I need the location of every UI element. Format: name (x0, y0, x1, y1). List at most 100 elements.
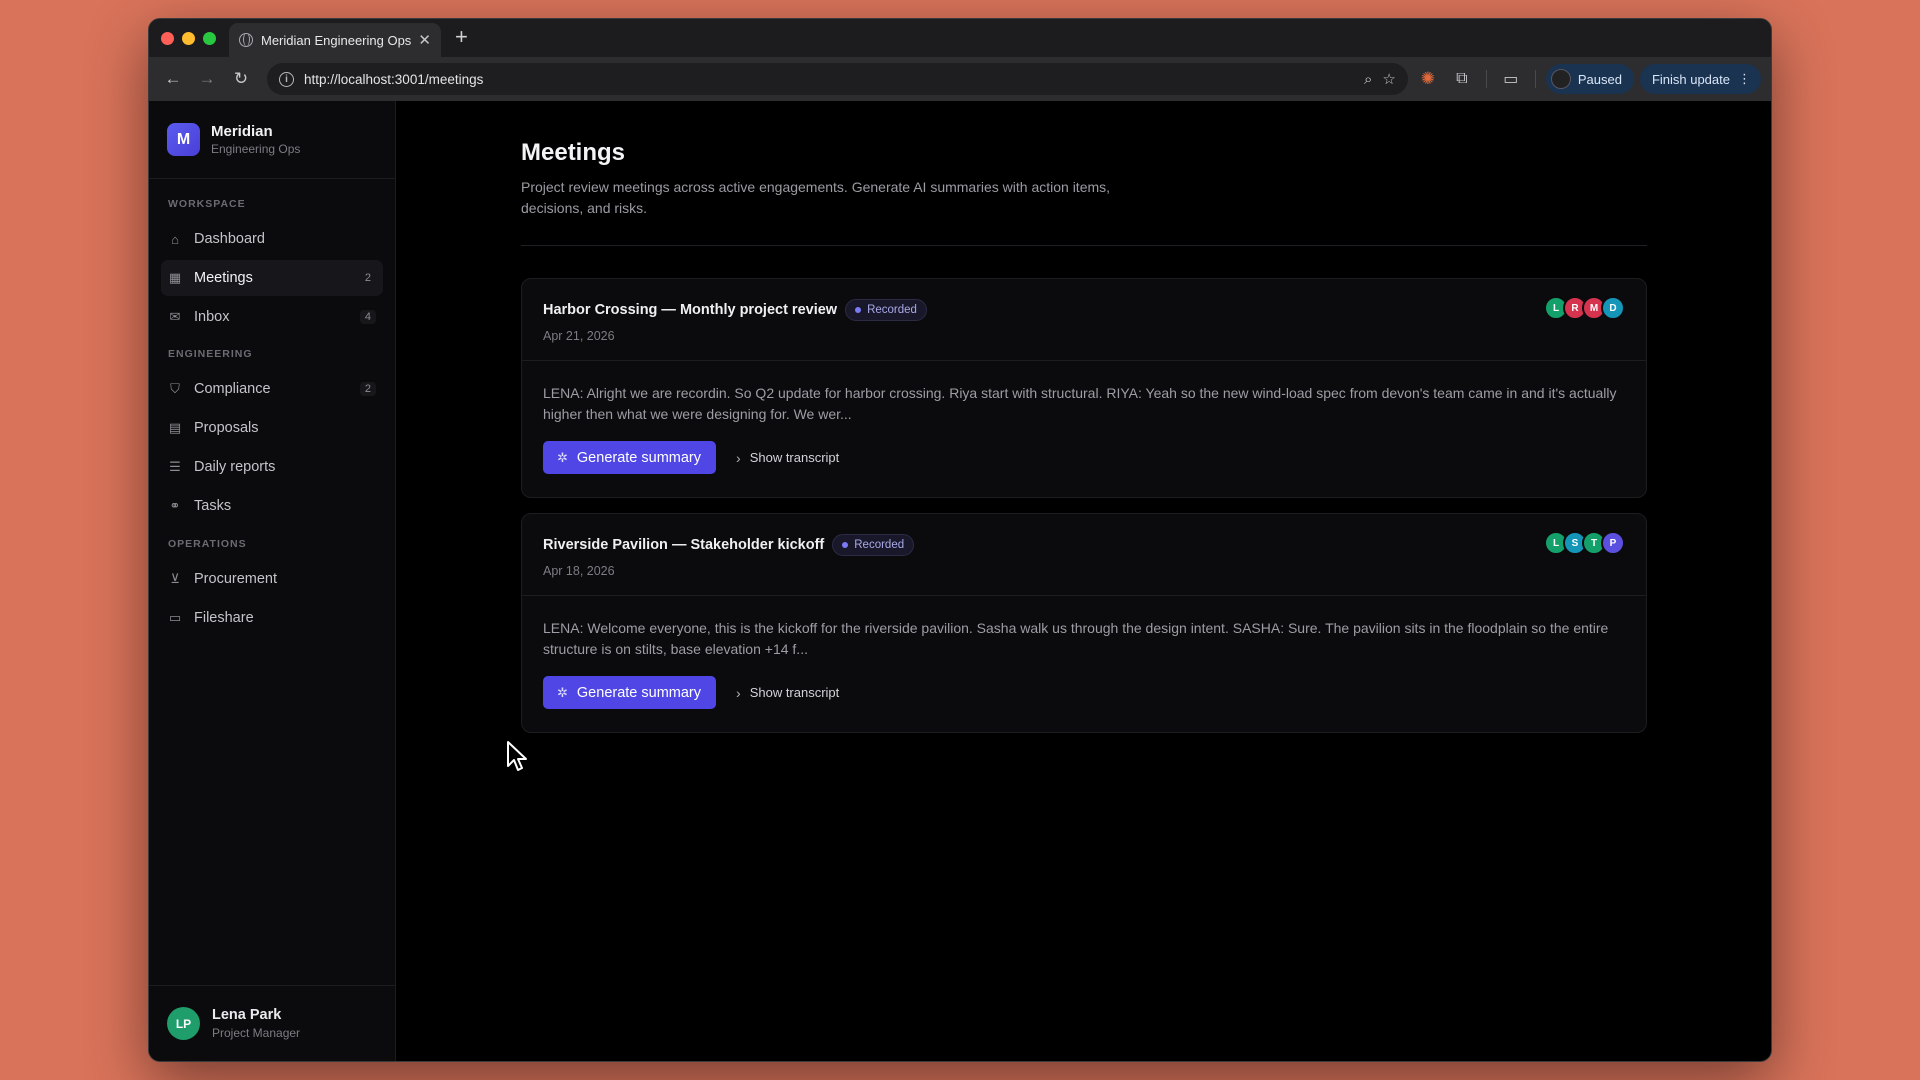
meeting-actions: ✲ Generate summary › Show transcript (543, 676, 1625, 709)
more-vert-icon: ⋮ (1738, 71, 1751, 86)
link-icon: ⚭ (169, 498, 181, 513)
sidebar-item-label: Daily reports (194, 459, 276, 475)
browser-tab[interactable]: Meridian Engineering Ops ✕ (229, 23, 441, 57)
new-tab-button[interactable]: + (455, 26, 468, 48)
participant-avatars: L S T P (1544, 531, 1625, 555)
sidebar-item-label: Proposals (194, 420, 259, 436)
section-label-workspace: WORKSPACE (168, 198, 246, 210)
url-text[interactable]: http://localhost:3001/meetings (304, 72, 1354, 87)
nav-operations: ⊻ Procurement ▭ Fileshare (149, 561, 395, 636)
meeting-title: Harbor Crossing — Monthly project review (543, 302, 838, 318)
generate-summary-label: Generate summary (576, 684, 702, 701)
sidebar-item-label: Tasks (194, 498, 232, 514)
status-label: Recorded (867, 304, 917, 316)
participant-avatars: L R M D (1544, 296, 1625, 320)
toolbar-divider (1534, 70, 1536, 88)
show-transcript-button[interactable]: › Show transcript (736, 685, 839, 701)
sidebar-item-label: Compliance (194, 381, 271, 397)
sidebar-item-fileshare[interactable]: ▭ Fileshare (161, 600, 383, 636)
tab-close-icon[interactable]: ✕ (418, 31, 431, 49)
sparkle-icon: ✲ (557, 449, 568, 465)
app-shell: M Meridian Engineering Ops WORKSPACE ⌂ D… (149, 101, 1771, 1061)
meeting-card-header: Harbor Crossing — Monthly project review… (522, 279, 1646, 361)
main-content: Meetings Project review meetings across … (396, 101, 1771, 1061)
cart-icon: ⊻ (170, 571, 180, 586)
sidebar-item-tasks[interactable]: ⚭ Tasks (161, 488, 383, 524)
transcript-excerpt: LENA: Welcome everyone, this is the kick… (543, 620, 1609, 657)
folder-icon: ▭ (168, 610, 182, 625)
page-title: Meetings (521, 139, 626, 166)
nav-workspace: ⌂ Dashboard ▦ Meetings 2 ✉ Inbox 4 (149, 221, 395, 335)
extensions-puzzle-icon[interactable]: ⧉ (1448, 65, 1476, 93)
count-badge: 2 (359, 382, 376, 396)
user-name: Lena Park (212, 1007, 282, 1023)
meeting-date: Apr 18, 2026 (543, 564, 615, 578)
status-badge: Recorded (845, 299, 927, 321)
calendar-icon: ▦ (168, 270, 182, 285)
site-info-icon[interactable]: i (279, 71, 294, 87)
address-bar[interactable]: i http://localhost:3001/meetings ⌕ ☆ (267, 63, 1408, 95)
profile-avatar (1550, 69, 1571, 89)
finish-update-button[interactable]: Finish update ⋮ (1639, 64, 1761, 94)
tab-bar: Meridian Engineering Ops ✕ + (149, 19, 1771, 57)
sidebar-item-meetings[interactable]: ▦ Meetings 2 (161, 260, 383, 296)
maximize-window-button[interactable] (203, 31, 216, 45)
sidebar-item-proposals[interactable]: ▤ Proposals (161, 410, 383, 446)
report-icon: ☰ (169, 459, 181, 474)
sidebar-item-inbox[interactable]: ✉ Inbox 4 (161, 299, 383, 335)
sidebar-item-daily-reports[interactable]: ☰ Daily reports (161, 449, 383, 485)
show-transcript-label: Show transcript (749, 450, 840, 465)
section-label-engineering: ENGINEERING (168, 348, 253, 360)
browser-toolbar: ← → ↻ i http://localhost:3001/meetings ⌕… (149, 57, 1771, 101)
forward-icon[interactable]: → (193, 65, 221, 93)
sidebar-item-label: Procurement (194, 571, 278, 587)
sidebar-item-label: Dashboard (194, 231, 265, 247)
sidebar-item-procurement[interactable]: ⊻ Procurement (161, 561, 383, 597)
sidebar-item-label: Meetings (194, 270, 253, 286)
sidebar-item-dashboard[interactable]: ⌂ Dashboard (161, 221, 383, 257)
meeting-date: Apr 21, 2026 (543, 329, 615, 343)
chevron-right-icon: › (736, 684, 741, 701)
user-role: Project Manager (212, 1026, 301, 1040)
meeting-card-body: LENA: Alright we are recordin. So Q2 upd… (522, 361, 1646, 497)
bookmark-star-icon[interactable]: ☆ (1382, 70, 1395, 88)
meeting-card: Harbor Crossing — Monthly project review… (521, 278, 1647, 498)
nav-engineering: ⛉ Compliance 2 ▤ Proposals ☰ Daily repor… (149, 371, 395, 524)
section-label-operations: OPERATIONS (168, 538, 247, 550)
brand-subtitle: Engineering Ops (211, 142, 301, 156)
transcript-excerpt: LENA: Alright we are recordin. So Q2 upd… (543, 385, 1617, 422)
status-label: Recorded (854, 539, 905, 551)
sidebar: M Meridian Engineering Ops WORKSPACE ⌂ D… (149, 101, 396, 1061)
generate-summary-button[interactable]: ✲ Generate summary (543, 676, 717, 709)
avatar: P (1601, 531, 1625, 555)
generate-summary-button[interactable]: ✲ Generate summary (543, 441, 717, 474)
brand-name: Meridian (211, 123, 273, 140)
show-transcript-button[interactable]: › Show transcript (736, 450, 839, 466)
page-description: Project review meetings across active en… (521, 179, 1111, 216)
avatar: D (1601, 296, 1625, 320)
meeting-card-body: LENA: Welcome everyone, this is the kick… (522, 596, 1646, 732)
sparkle-icon: ✲ (557, 684, 568, 700)
brand[interactable]: M Meridian Engineering Ops (149, 101, 395, 179)
window-controls (149, 31, 216, 45)
zoom-icon[interactable]: ⌕ (1364, 71, 1372, 88)
profile-button[interactable]: Paused (1545, 64, 1634, 94)
count-badge: 4 (359, 310, 376, 324)
shield-icon: ⛉ (170, 381, 180, 396)
user-profile[interactable]: LP Lena Park Project Manager (149, 985, 396, 1061)
status-dot-icon (855, 307, 862, 313)
sidebar-item-label: Inbox (194, 309, 230, 325)
meeting-actions: ✲ Generate summary › Show transcript (543, 441, 1625, 474)
sidebar-item-label: Fileshare (194, 610, 254, 626)
meeting-card-header: Riverside Pavilion — Stakeholder kickoff… (522, 514, 1646, 596)
close-window-button[interactable] (161, 31, 174, 45)
reload-icon[interactable]: ↻ (227, 65, 255, 93)
back-icon[interactable]: ← (159, 65, 187, 93)
sidebar-item-compliance[interactable]: ⛉ Compliance 2 (161, 371, 383, 407)
document-icon: ▤ (168, 420, 182, 435)
side-panel-icon[interactable]: ▭ (1497, 65, 1525, 93)
extension-icon[interactable]: ✺ (1414, 65, 1442, 93)
status-dot-icon (842, 542, 849, 548)
minimize-window-button[interactable] (182, 31, 195, 45)
home-icon: ⌂ (171, 231, 179, 247)
